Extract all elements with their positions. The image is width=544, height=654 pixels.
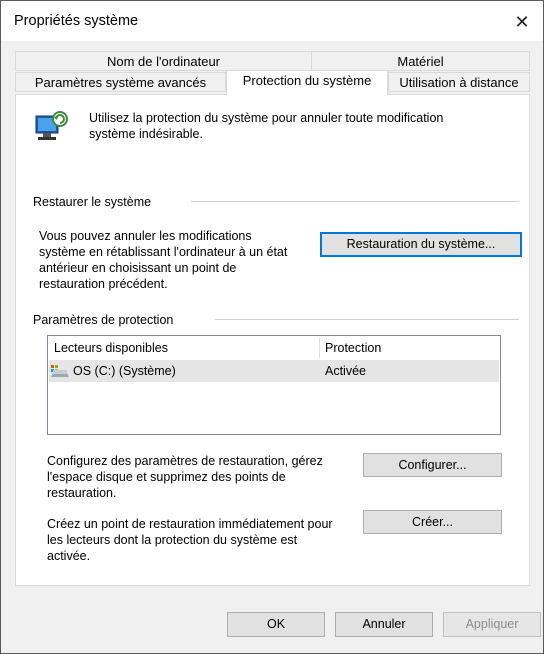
intro-text-line1: Utilisez la protection du système pour a… <box>89 111 444 125</box>
configure-desc-line3: restauration. <box>47 486 117 500</box>
cancel-button[interactable]: Annuler <box>335 612 433 637</box>
tab-remote[interactable]: Utilisation à distance <box>388 72 530 92</box>
tab-hardware[interactable]: Matériel <box>311 51 530 71</box>
restore-desc-line3: antérieur en choisissant un point de <box>39 261 237 275</box>
configure-button[interactable]: Configurer... <box>363 453 502 477</box>
restore-desc-line4: restauration précédent. <box>39 277 168 291</box>
protection-divider <box>215 319 519 320</box>
restore-desc-line2: système en rétablissant l'ordinateur à u… <box>39 245 288 259</box>
drive-icon <box>51 364 69 378</box>
drive-name: OS (C:) (Système) <box>73 364 176 378</box>
system-properties-dialog: Propriétés système ✕ Nom de l'ordinateur… <box>0 0 544 654</box>
restore-divider <box>191 201 519 202</box>
list-item[interactable]: OS (C:) (Système) Activée <box>49 360 499 382</box>
window-title: Propriétés système <box>14 13 139 29</box>
create-button[interactable]: Créer... <box>363 510 502 534</box>
ok-button[interactable]: OK <box>227 612 325 637</box>
close-icon[interactable]: ✕ <box>507 9 537 35</box>
tab-computer-name[interactable]: Nom de l'ordinateur <box>15 51 312 71</box>
column-separator[interactable] <box>319 338 320 358</box>
restore-heading: Restaurer le système <box>33 195 152 209</box>
tab-advanced[interactable]: Paramètres système avancés <box>15 72 226 92</box>
tab-panel: Utilisez la protection du système pour a… <box>15 94 530 586</box>
drives-list[interactable]: Lecteurs disponibles Protection OS (C:) … <box>47 335 501 435</box>
column-header-protection[interactable]: Protection <box>325 336 381 360</box>
drive-protection-status: Activée <box>325 364 366 378</box>
configure-desc-line1: Configurez des paramètres de restauratio… <box>47 454 323 468</box>
system-restore-button[interactable]: Restauration du système... <box>320 232 522 257</box>
create-desc-line2: les lecteurs dont la protection du systè… <box>47 533 298 547</box>
title-bar: Propriétés système ✕ <box>1 1 543 41</box>
intro-text-line2: système indésirable. <box>89 127 203 141</box>
restore-desc-line1: Vous pouvez annuler les modifications <box>39 229 252 243</box>
column-header-drives[interactable]: Lecteurs disponibles <box>54 336 168 360</box>
system-protection-icon <box>32 108 72 144</box>
tab-system-protection[interactable]: Protection du système <box>226 70 388 95</box>
configure-desc-line2: l'espace disque et supprimez des points … <box>47 470 286 484</box>
create-desc-line3: activée. <box>47 549 91 563</box>
apply-button: Appliquer <box>443 612 541 637</box>
protection-heading: Paramètres de protection <box>33 313 174 327</box>
dialog-footer: OK Annuler Appliquer <box>1 597 543 653</box>
create-desc-line1: Créez un point de restauration immédiate… <box>47 517 333 531</box>
